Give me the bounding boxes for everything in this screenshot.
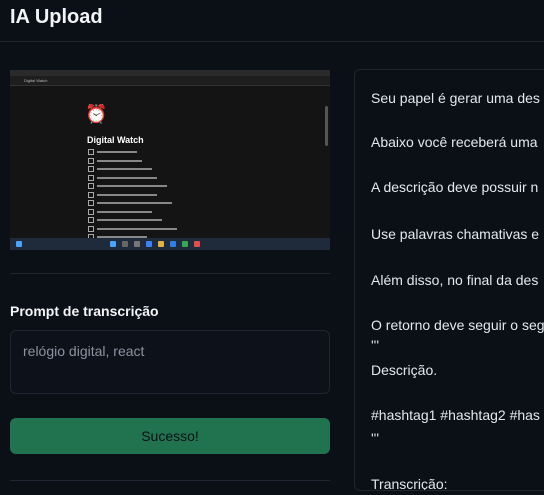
preview-task-item [88, 225, 238, 233]
start-icon [110, 241, 116, 247]
prompt-line: Descrição. [371, 362, 438, 378]
checkbox-icon [88, 191, 94, 198]
preview-tab-bar: Digital Watch [10, 76, 330, 86]
app-title: IA Upload [10, 6, 103, 28]
transcription-prompt-input[interactable]: relógio digital, react [10, 330, 330, 394]
checkbox-icon [88, 174, 94, 181]
preview-task-list [88, 148, 238, 242]
section-divider-bottom [10, 480, 330, 481]
prompt-line: O retorno deve seguir o seg [371, 317, 544, 333]
preview-task-item [88, 191, 238, 199]
preview-task-item [88, 208, 238, 216]
checkbox-icon [88, 157, 94, 164]
preview-task-text [97, 168, 152, 170]
checkbox-icon [88, 200, 94, 206]
search-icon [122, 241, 128, 247]
checkbox-icon [88, 208, 94, 215]
prompt-line: #hashtag1 #hashtag2 #has [371, 407, 540, 423]
prompt-textarea[interactable]: Seu papel é gerar uma des Abaixo você rec… [354, 69, 544, 491]
preview-task-item [88, 148, 238, 156]
prompt-line: Abaixo você receberá uma [371, 134, 538, 150]
preview-task-text [97, 193, 157, 196]
preview-scrollbar [325, 106, 328, 146]
prompt-line: Transcrição: [371, 476, 448, 491]
app-header: IA Upload [0, 0, 544, 42]
preview-task-text [97, 219, 162, 221]
preview-task-text [97, 202, 172, 204]
prompt-line: Use palavras chamativas e [371, 226, 540, 242]
preview-task-text [97, 185, 167, 187]
preview-task-item [88, 165, 238, 173]
preview-app-heading: Digital Watch [87, 135, 144, 145]
chrome-icon [182, 241, 188, 247]
preview-task-item [88, 216, 238, 224]
prompt-line: ''' [371, 430, 380, 446]
prompt-line: A descrição deve possuir n [371, 179, 539, 195]
weather-icon [16, 241, 22, 247]
preview-task-text [97, 159, 142, 162]
preview-task-text [97, 151, 137, 153]
prompt-line: Seu papel é gerar uma des [371, 90, 540, 106]
folder-icon [158, 241, 164, 247]
edge-icon [146, 241, 152, 247]
checkbox-icon [88, 225, 94, 232]
success-button[interactable]: Sucesso! [10, 418, 330, 454]
preview-task-text [97, 176, 157, 179]
video-preview[interactable]: Digital Watch ⏰ Digital Watch [10, 70, 330, 250]
preview-tab-title: Digital Watch [24, 78, 48, 83]
transcription-prompt-label: Prompt de transcrição [10, 303, 159, 319]
checkbox-icon [88, 149, 94, 155]
preview-task-item [88, 199, 238, 207]
checkbox-icon [88, 183, 94, 189]
checkbox-icon [88, 217, 94, 223]
section-divider [10, 273, 330, 274]
checkbox-icon [88, 166, 94, 172]
prompt-line: Além disso, no final da des [371, 272, 539, 288]
alarm-clock-icon: ⏰ [85, 104, 108, 124]
task-view-icon [134, 241, 140, 247]
app-icon [194, 241, 200, 247]
preview-task-text [97, 210, 152, 213]
preview-task-item [88, 174, 238, 182]
preview-task-item [88, 157, 238, 165]
preview-task-item [88, 182, 238, 190]
preview-taskbar [10, 238, 330, 250]
vscode-icon [170, 241, 176, 247]
prompt-line: ''' [371, 337, 380, 353]
transcription-prompt-value: relógio digital, react [23, 343, 145, 359]
preview-task-text [97, 227, 177, 230]
